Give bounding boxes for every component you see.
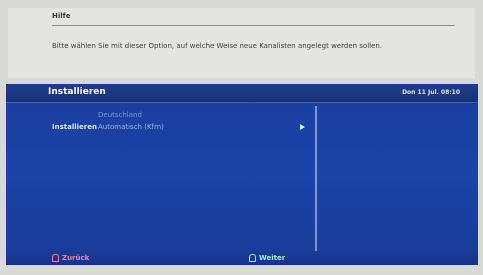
panel-header: Installieren Don 11 Jul. 08:10 [6, 84, 478, 103]
install-label[interactable]: Installieren [52, 123, 97, 131]
install-mode-value[interactable]: Automatisch (Kfrn) [98, 123, 164, 131]
next-label: Weiter [259, 254, 286, 262]
next-button[interactable]: Weiter [249, 254, 285, 262]
help-title: Hilfe [52, 12, 71, 20]
date-time: Don 11 Jul. 08:10 [402, 89, 460, 96]
green-button-icon [249, 254, 256, 262]
arrow-right-icon[interactable] [300, 124, 305, 130]
install-panel: Installieren Don 11 Jul. 08:10 Deutschla… [6, 84, 478, 265]
help-box: Hilfe Bitte wählen Sie mit dieser Option… [8, 8, 475, 78]
country-value[interactable]: Deutschland [98, 111, 142, 119]
footer-bar: Zurück Weiter [6, 251, 478, 265]
page-title: Installieren [48, 87, 106, 97]
red-button-icon [52, 254, 59, 262]
back-label: Zurück [62, 254, 90, 262]
back-button[interactable]: Zurück [52, 254, 89, 262]
panel-divider [315, 106, 317, 251]
help-divider [52, 25, 455, 26]
help-text: Bitte wählen Sie mit dieser Option, auf … [52, 42, 383, 50]
